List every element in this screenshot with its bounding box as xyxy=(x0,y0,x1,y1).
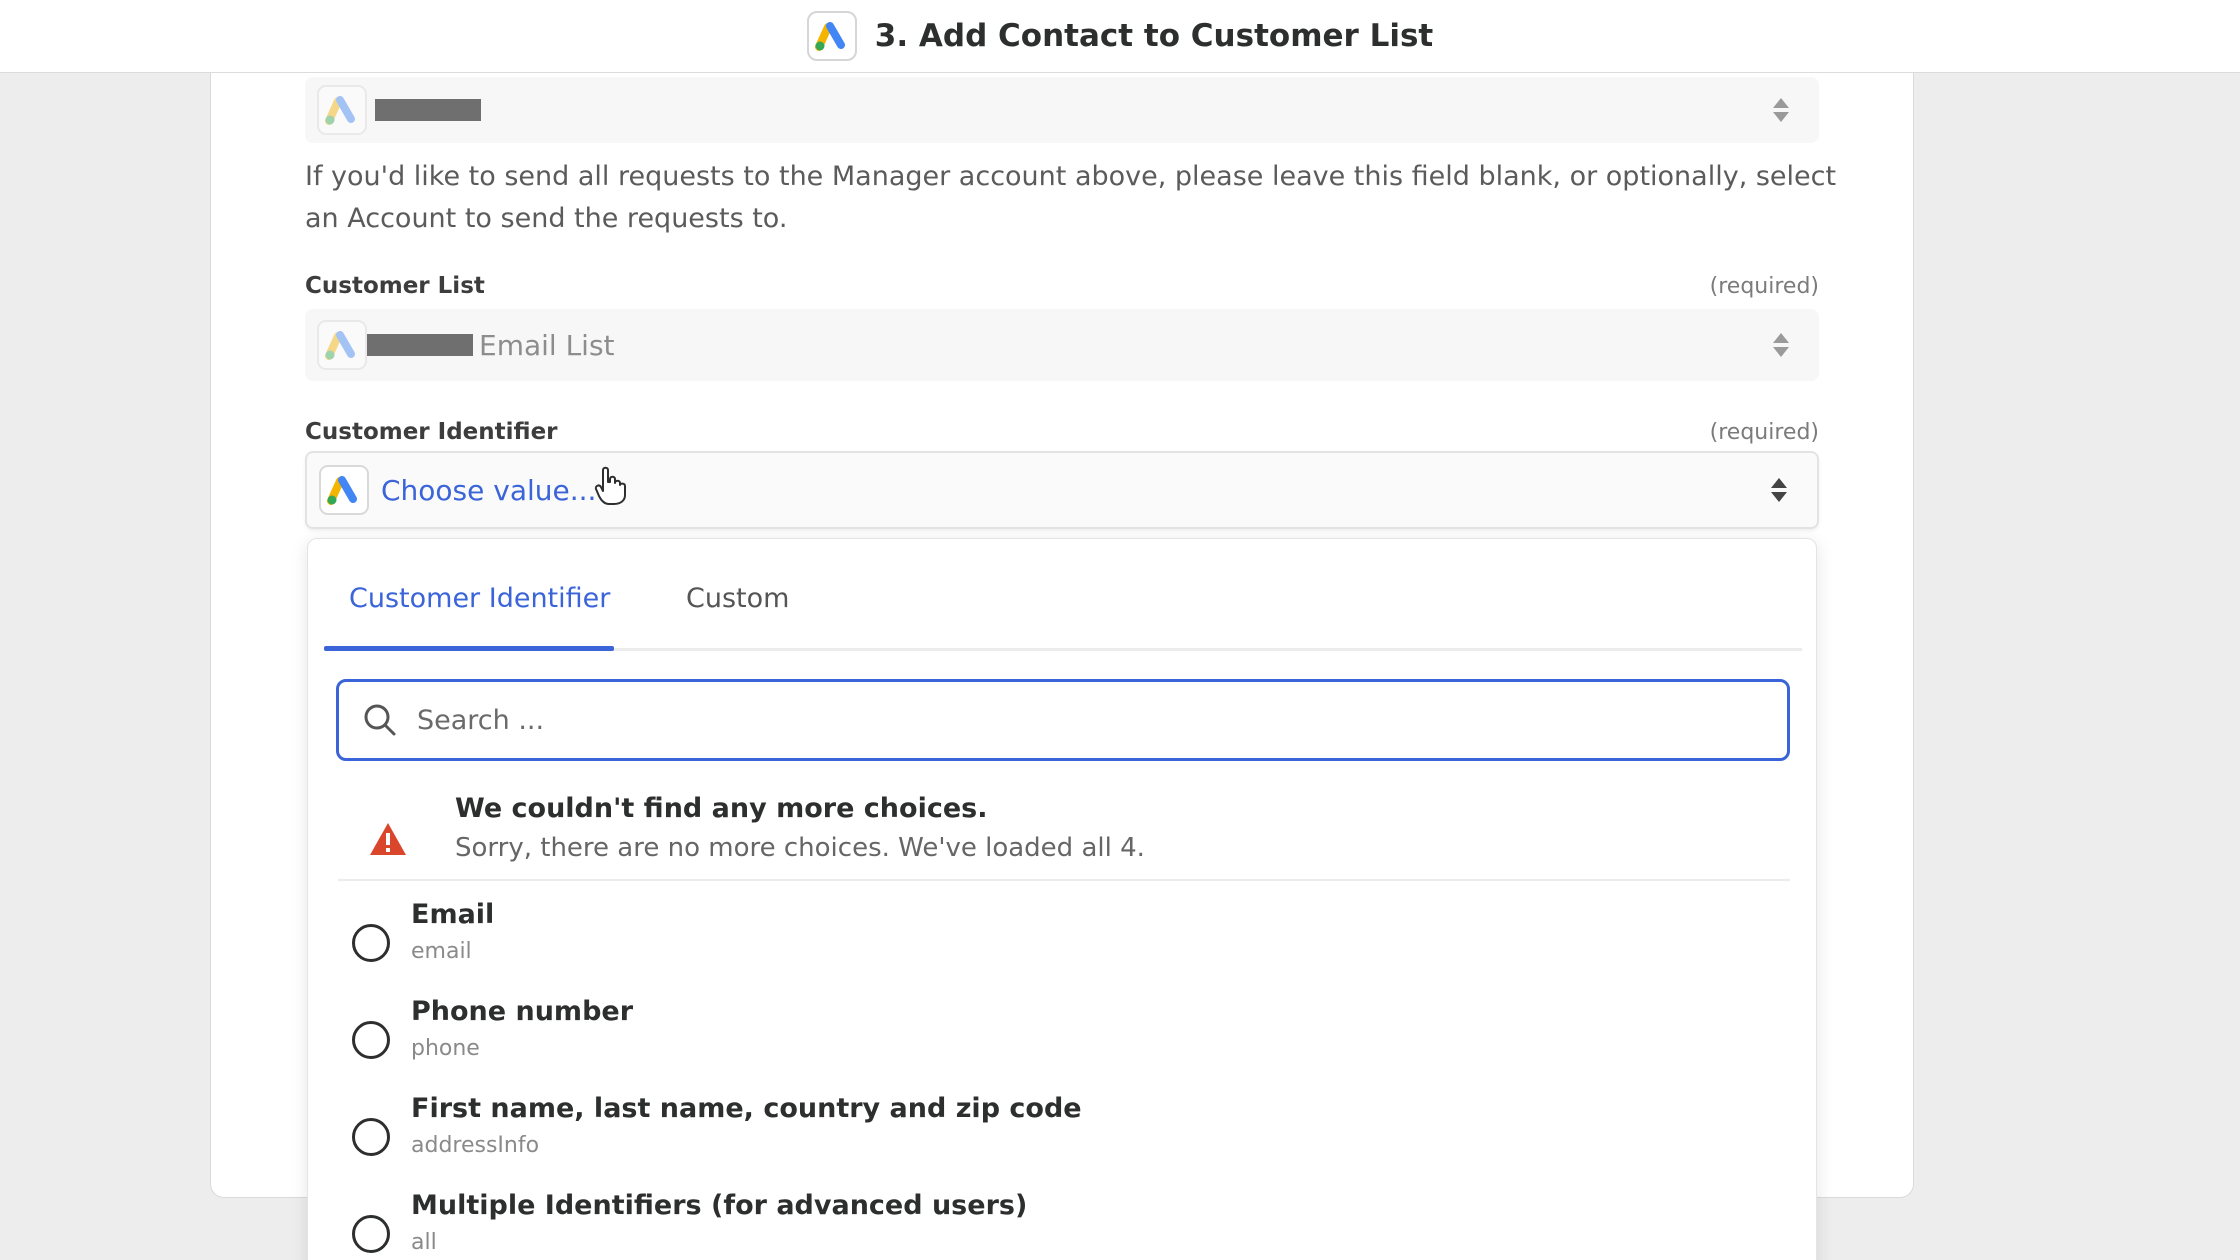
customer-identifier-select[interactable]: Choose value... xyxy=(305,451,1819,529)
account-help-text: If you'd like to send all requests to th… xyxy=(305,161,1837,234)
option-all[interactable]: Multiple Identifiers (for advanced users… xyxy=(338,1190,1790,1260)
step-header: 3. Add Contact to Customer List xyxy=(0,0,2240,73)
option-label: First name, last name, country and zip c… xyxy=(411,1093,1082,1124)
dropdown-tabs: Customer Identifier Custom xyxy=(324,539,1802,651)
customer-identifier-dropdown: Customer Identifier Custom We couldn't f… xyxy=(307,538,1817,1260)
google-ads-icon xyxy=(317,320,367,370)
select-stepper-icon xyxy=(1773,333,1789,357)
customer-list-label: Customer List xyxy=(305,273,485,299)
radio-button[interactable] xyxy=(352,1118,390,1156)
hand-pointer-icon xyxy=(594,466,626,505)
option-key: phone xyxy=(411,1036,480,1061)
radio-button[interactable] xyxy=(352,1021,390,1059)
tab-custom[interactable]: Custom xyxy=(686,583,789,614)
search-input[interactable] xyxy=(417,704,1717,736)
select-stepper-icon xyxy=(1773,98,1789,122)
search-box[interactable] xyxy=(336,679,1790,761)
option-address-info[interactable]: First name, last name, country and zip c… xyxy=(338,1093,1790,1183)
option-label: Phone number xyxy=(411,996,634,1027)
account-select[interactable] xyxy=(305,77,1819,143)
google-ads-icon xyxy=(806,11,857,61)
radio-button[interactable] xyxy=(352,1215,390,1253)
google-ads-icon xyxy=(317,85,367,135)
tab-customer-identifier[interactable]: Customer Identifier xyxy=(349,583,610,614)
customer-identifier-placeholder: Choose value... xyxy=(381,473,597,507)
notice-body: Sorry, there are no more choices. We've … xyxy=(455,833,1145,863)
customer-identifier-label: Customer Identifier xyxy=(305,419,558,445)
warning-icon xyxy=(370,823,406,855)
option-key: email xyxy=(411,939,472,964)
option-phone[interactable]: Phone number phone xyxy=(338,996,1790,1086)
search-icon xyxy=(364,704,396,736)
radio-button[interactable] xyxy=(352,924,390,962)
customer-identifier-required: (required) xyxy=(1709,420,1819,445)
redacted-list-name xyxy=(367,334,473,356)
option-key: all xyxy=(411,1230,437,1255)
active-tab-indicator xyxy=(324,646,614,651)
customer-list-value: Email List xyxy=(479,328,615,362)
select-stepper-icon xyxy=(1771,478,1787,502)
notice-title: We couldn't find any more choices. xyxy=(455,793,988,824)
option-label: Multiple Identifiers (for advanced users… xyxy=(411,1190,1028,1221)
step-title: 3. Add Contact to Customer List xyxy=(874,18,1434,54)
google-ads-icon xyxy=(319,465,369,515)
no-more-choices-notice: We couldn't find any more choices. Sorry… xyxy=(338,781,1790,881)
redacted-account-name xyxy=(375,99,481,121)
customer-list-required: (required) xyxy=(1709,274,1819,299)
customer-list-select[interactable]: Email List xyxy=(305,309,1819,381)
option-key: addressInfo xyxy=(411,1133,540,1158)
option-email[interactable]: Email email xyxy=(338,899,1790,989)
option-label: Email xyxy=(411,899,495,930)
